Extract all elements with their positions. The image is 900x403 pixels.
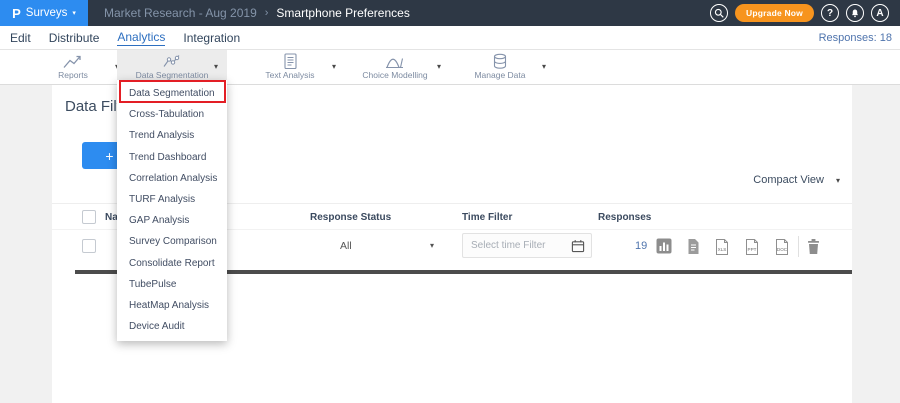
dropdown-item-correlation-analysis[interactable]: Correlation Analysis bbox=[117, 168, 227, 189]
analyze-chart-icon[interactable] bbox=[656, 238, 672, 254]
plus-icon: + bbox=[105, 149, 113, 163]
product-label: Surveys bbox=[26, 7, 68, 19]
dropdown-item-consolidate-report[interactable]: Consolidate Report bbox=[117, 253, 227, 274]
dropdown-item-gap-analysis[interactable]: GAP Analysis bbox=[117, 210, 227, 231]
column-header-response-status: Response Status bbox=[310, 212, 391, 223]
curve-chart-icon bbox=[385, 53, 405, 70]
divider bbox=[798, 236, 799, 257]
survey-menubar: Edit Distribute Analytics Integration Re… bbox=[0, 26, 900, 50]
menu-item-distribute[interactable]: Distribute bbox=[49, 31, 100, 45]
dropdown-item-data-segmentation[interactable]: Data Segmentation bbox=[117, 83, 227, 104]
scatter-chart-icon bbox=[162, 53, 182, 70]
delete-trash-icon[interactable] bbox=[806, 238, 821, 255]
caret-down-icon: ▾ bbox=[437, 62, 441, 71]
toolbar-item-choice-modelling[interactable]: Choice Modelling ▾ bbox=[340, 50, 450, 84]
question-mark-icon: ? bbox=[827, 8, 833, 19]
export-xls-label: XLS bbox=[718, 247, 727, 252]
menu-item-edit[interactable]: Edit bbox=[10, 31, 31, 45]
caret-down-icon: ▾ bbox=[332, 62, 336, 71]
top-navbar: P Surveys ▾ Market Research - Aug 2019 ›… bbox=[0, 0, 900, 26]
help-button[interactable]: ? bbox=[821, 4, 839, 22]
dropdown-item-trend-analysis[interactable]: Trend Analysis bbox=[117, 125, 227, 146]
menu-item-integration[interactable]: Integration bbox=[183, 31, 240, 45]
search-icon bbox=[714, 8, 724, 18]
dropdown-item-heatmap-analysis[interactable]: HeatMap Analysis bbox=[117, 295, 227, 316]
time-filter-placeholder: Select time Filter bbox=[471, 240, 571, 251]
report-document-icon bbox=[281, 53, 299, 70]
toolbar-item-label: Choice Modelling bbox=[340, 70, 450, 80]
calendar-icon bbox=[571, 239, 585, 253]
dropdown-item-survey-comparison[interactable]: Survey Comparison bbox=[117, 231, 227, 252]
caret-down-icon[interactable]: ▾ bbox=[430, 241, 434, 250]
compact-view-select[interactable]: Compact View ▾ bbox=[753, 174, 840, 186]
responses-count-label: Responses: 18 bbox=[819, 32, 892, 44]
time-filter-input[interactable]: Select time Filter bbox=[462, 233, 592, 258]
report-file-icon[interactable] bbox=[686, 238, 701, 255]
menu-item-analytics[interactable]: Analytics bbox=[117, 30, 165, 46]
topbar-actions: Upgrade Now ? A bbox=[710, 4, 900, 22]
breadcrumb: Market Research - Aug 2019 › Smartphone … bbox=[104, 6, 410, 20]
export-doc-icon[interactable]: DOC bbox=[774, 238, 790, 256]
export-ppt-icon[interactable]: PPT bbox=[744, 238, 760, 256]
compact-view-label: Compact View bbox=[753, 174, 824, 186]
row-checkbox[interactable] bbox=[82, 239, 96, 253]
toolbar-item-label: Data Segmentation bbox=[117, 70, 227, 80]
breadcrumb-current-page: Smartphone Preferences bbox=[276, 6, 409, 20]
toolbar-item-manage-data[interactable]: Manage Data ▾ bbox=[445, 50, 555, 84]
notifications-button[interactable] bbox=[846, 4, 864, 22]
export-xls-icon[interactable]: XLS bbox=[714, 238, 730, 256]
caret-down-icon: ▾ bbox=[72, 10, 76, 17]
toolbar-item-text-analysis[interactable]: Text Analysis ▾ bbox=[235, 50, 345, 84]
line-chart-icon bbox=[63, 53, 83, 70]
bell-icon bbox=[850, 8, 860, 19]
toolbar-item-label: Reports bbox=[18, 70, 128, 80]
column-header-responses: Responses bbox=[598, 212, 651, 223]
caret-down-icon: ▾ bbox=[836, 176, 840, 185]
avatar-initial: A bbox=[876, 8, 883, 19]
dropdown-item-device-audit[interactable]: Device Audit bbox=[117, 316, 227, 337]
breadcrumb-separator: › bbox=[265, 7, 269, 19]
toolbar-item-data-segmentation[interactable]: Data Segmentation ▾ bbox=[117, 50, 227, 84]
dropdown-item-tubepulse[interactable]: TubePulse bbox=[117, 274, 227, 295]
caret-down-icon: ▾ bbox=[542, 62, 546, 71]
toolbar-item-label: Text Analysis bbox=[235, 70, 345, 80]
dropdown-item-cross-tabulation[interactable]: Cross-Tabulation bbox=[117, 104, 227, 125]
responses-count-link[interactable]: 19 bbox=[635, 240, 647, 252]
surveys-menu-button[interactable]: P Surveys ▾ bbox=[0, 0, 88, 26]
search-button[interactable] bbox=[710, 4, 728, 22]
dropdown-item-trend-dashboard[interactable]: Trend Dashboard bbox=[117, 147, 227, 168]
caret-down-icon: ▾ bbox=[214, 62, 218, 71]
avatar[interactable]: A bbox=[871, 4, 889, 22]
export-doc-label: DOC bbox=[777, 247, 788, 252]
export-ppt-label: PPT bbox=[748, 247, 757, 252]
toolbar-item-label: Manage Data bbox=[445, 70, 555, 80]
select-all-checkbox[interactable] bbox=[82, 210, 96, 224]
questionpro-logo-icon: P bbox=[12, 7, 21, 20]
data-segmentation-dropdown: Data Segmentation Cross-Tabulation Trend… bbox=[117, 80, 227, 341]
column-header-time-filter: Time Filter bbox=[462, 212, 512, 223]
response-status-select[interactable]: All bbox=[340, 240, 352, 252]
toolbar-item-reports[interactable]: Reports ▾ bbox=[18, 50, 128, 84]
upgrade-now-button[interactable]: Upgrade Now bbox=[735, 4, 814, 22]
database-icon bbox=[491, 53, 509, 70]
dropdown-item-turf-analysis[interactable]: TURF Analysis bbox=[117, 189, 227, 210]
breadcrumb-survey-name[interactable]: Market Research - Aug 2019 bbox=[104, 6, 257, 20]
